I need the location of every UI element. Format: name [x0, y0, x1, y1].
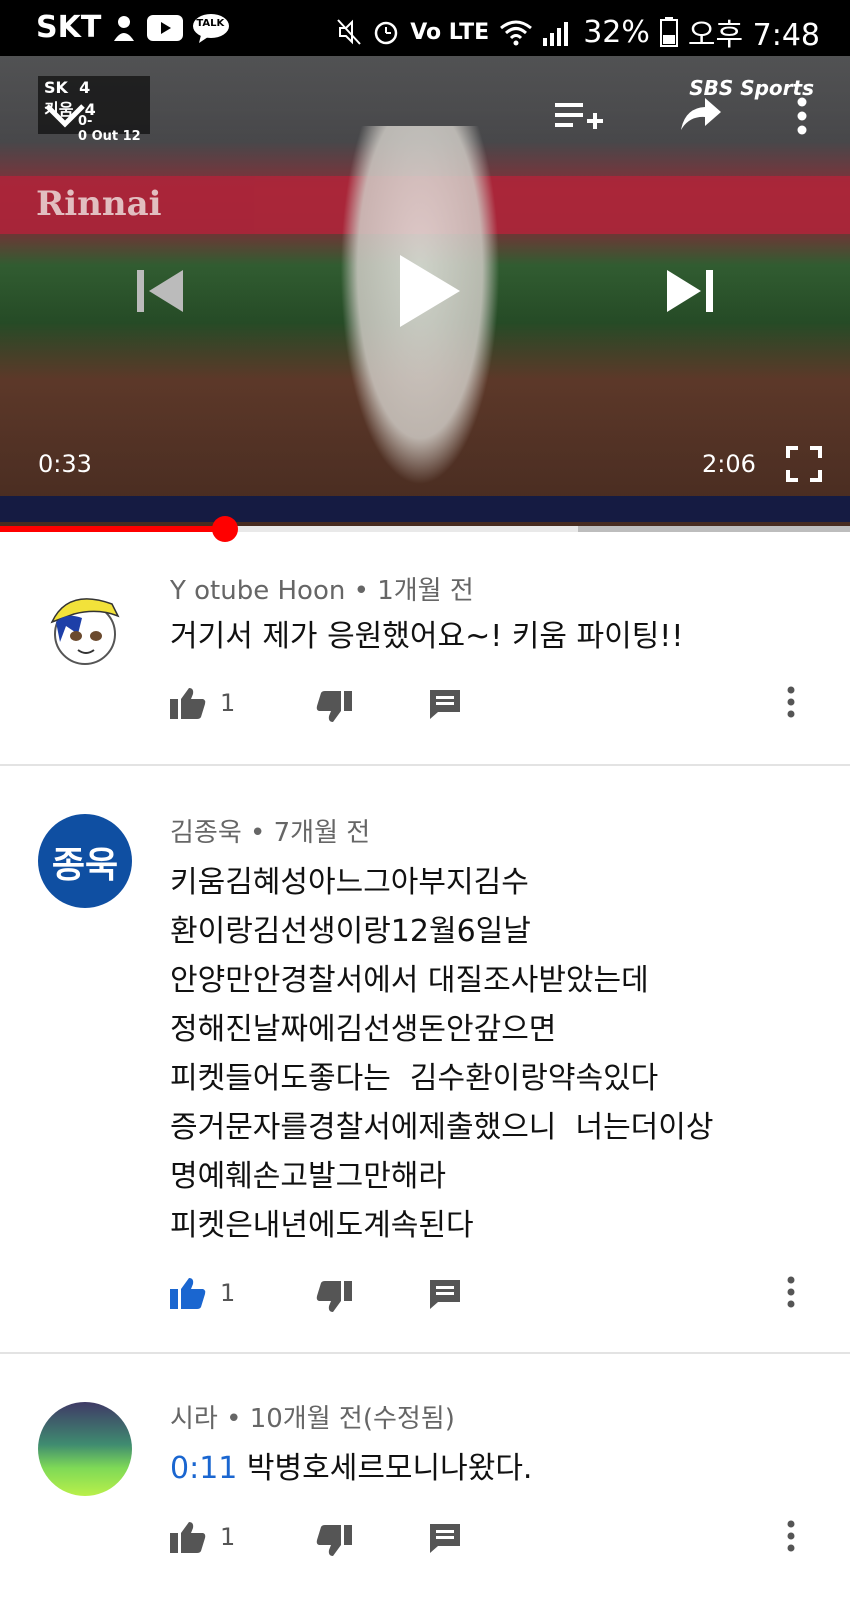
talk-badge: TALK — [196, 17, 225, 29]
current-time: 0:33 — [38, 450, 92, 478]
comment-text: 0:11 박병호세르모니나왔다. — [170, 1444, 532, 1493]
comment-line: 피켓은내년에도계속된다 — [170, 1208, 474, 1243]
fullscreen-icon — [786, 446, 822, 482]
avatar[interactable] — [38, 1402, 132, 1496]
comment-age: 1개월 전 — [377, 576, 474, 606]
more-vertical-icon — [797, 97, 807, 135]
thumbs-up-icon — [170, 1278, 206, 1309]
comment-actions: 1 — [170, 1276, 830, 1316]
banner-text: Rinnai — [36, 184, 162, 224]
avatar[interactable]: 종욱 — [38, 814, 132, 908]
skip-previous-icon — [137, 270, 183, 312]
score-team1: SK 4 — [44, 78, 91, 97]
comment-menu-button[interactable] — [786, 1276, 796, 1308]
comment-meta: 시라 • 10개월 전(수정됨) — [170, 1404, 455, 1434]
comment-menu-button[interactable] — [786, 1520, 796, 1552]
timestamp-link[interactable]: 0:11 — [170, 1451, 237, 1486]
comment-author[interactable]: 김종욱 — [170, 818, 242, 848]
comment-reply-icon — [430, 1280, 460, 1309]
clock-time: 오후 7:48 — [687, 18, 820, 53]
network-label: Vo LTE — [410, 19, 490, 45]
comment-actions: 1 — [170, 1520, 830, 1560]
comment-actions: 1 — [170, 686, 830, 726]
comment-item: Y otube Hoon • 1개월 전 거기서 제가 응원했어요~! 키움 파… — [0, 532, 850, 766]
playlist-add-icon — [555, 103, 603, 129]
more-options-button[interactable] — [790, 94, 814, 138]
cartoon-avatar-icon — [50, 598, 120, 665]
comment-line: 피켓들어도좋다는 김수환이랑약속있다 — [170, 1061, 659, 1096]
comment-line: 박병호세르모니나왔다. — [246, 1451, 533, 1486]
previous-button[interactable] — [130, 266, 190, 316]
play-icon — [400, 255, 460, 327]
avatar-initials: 종욱 — [51, 845, 119, 886]
comment-text: 거기서 제가 응원했어요~! 키움 파이팅!! — [170, 612, 683, 661]
reply-button[interactable] — [428, 1278, 462, 1310]
mute-icon — [336, 18, 362, 46]
comment-meta: 김종욱 • 7개월 전 — [170, 818, 371, 848]
wifi-icon — [499, 18, 533, 46]
dislike-button[interactable] — [316, 1524, 352, 1558]
broadcast-ticker — [0, 496, 850, 522]
add-to-playlist-button[interactable] — [554, 96, 604, 136]
talk-icon: TALK — [193, 13, 230, 43]
comment-meta: Y otube Hoon • 1개월 전 — [170, 576, 474, 606]
comments-list: Y otube Hoon • 1개월 전 거기서 제가 응원했어요~! 키움 파… — [0, 532, 850, 1614]
share-button[interactable] — [676, 92, 726, 136]
like-button[interactable]: 1 — [170, 1520, 235, 1554]
battery-percent: 32% — [583, 14, 650, 50]
comment-item: 종욱 김종욱 • 7개월 전 키움김혜성아느그아부지김수 환이랑김선생이랑12월… — [0, 766, 850, 1354]
comment-menu-button[interactable] — [786, 686, 796, 718]
comment-text: 키움김혜성아느그아부지김수 환이랑김선생이랑12월6일날 안양만안경찰서에서 대… — [170, 858, 713, 1250]
comment-line: 키움김혜성아느그아부지김수 — [170, 865, 529, 900]
youtube-icon — [147, 14, 184, 41]
comment-reply-icon — [430, 1524, 460, 1553]
signal-icon — [543, 18, 573, 46]
comment-line: 안양만안경찰서에서 대질조사받았는데 — [170, 963, 649, 998]
like-button[interactable]: 1 — [170, 1276, 235, 1310]
comment-age: 10개월 전(수정됨) — [249, 1404, 455, 1434]
like-count: 1 — [220, 1279, 236, 1307]
comment-author[interactable]: 시라 — [170, 1404, 218, 1434]
share-arrow-icon — [681, 98, 721, 130]
like-count: 1 — [220, 689, 236, 717]
comment-line: 거기서 제가 응원했어요~! 키움 파이팅!! — [170, 619, 684, 654]
status-bar: SKT TALK Vo LTE 32% 오후 7:48 — [0, 0, 850, 56]
play-button[interactable] — [390, 246, 470, 336]
thumbs-up-icon — [170, 1522, 206, 1553]
reply-button[interactable] — [428, 688, 462, 720]
comment-line: 명예훼손고발그만해라 — [170, 1159, 446, 1194]
thumbs-down-icon — [316, 691, 352, 722]
alarm-icon — [372, 18, 400, 46]
dislike-button[interactable] — [316, 690, 352, 724]
dislike-button[interactable] — [316, 1280, 352, 1314]
comment-author[interactable]: Y otube Hoon — [170, 576, 345, 606]
notification-icon — [111, 13, 137, 43]
comment-line: 정해진날짜에김선생돈안갚으면 — [170, 1012, 557, 1047]
more-vertical-icon — [787, 1520, 795, 1552]
thumbs-down-icon — [316, 1525, 352, 1556]
thumbs-up-icon — [170, 688, 206, 719]
battery-icon — [659, 17, 678, 47]
chevron-down-icon — [45, 104, 85, 128]
avatar[interactable] — [38, 582, 132, 676]
more-vertical-icon — [787, 1276, 795, 1308]
video-player[interactable]: Rinnai SK 4 키움 4 0-0 Out 12 SBS Sports 0… — [0, 56, 850, 532]
minimize-button[interactable] — [40, 96, 90, 136]
duration: 2:06 — [702, 450, 756, 478]
reply-button[interactable] — [428, 1522, 462, 1554]
comment-line: 환이랑김선생이랑12월6일날 — [170, 914, 531, 949]
comment-age: 7개월 전 — [273, 818, 371, 848]
skip-next-icon — [667, 270, 713, 312]
more-vertical-icon — [787, 686, 795, 718]
like-button[interactable]: 1 — [170, 686, 235, 720]
thumbs-down-icon — [316, 1281, 352, 1312]
next-button[interactable] — [660, 266, 720, 316]
comment-item: 시라 • 10개월 전(수정됨) 0:11 박병호세르모니나왔다. 1 — [0, 1354, 850, 1614]
fullscreen-button[interactable] — [784, 444, 824, 484]
like-count: 1 — [220, 1523, 236, 1551]
comment-reply-icon — [430, 690, 460, 719]
comment-line: 증거문자를경찰서에제출했으니 너는더이상 — [170, 1110, 714, 1145]
carrier-label: SKT — [36, 10, 102, 45]
